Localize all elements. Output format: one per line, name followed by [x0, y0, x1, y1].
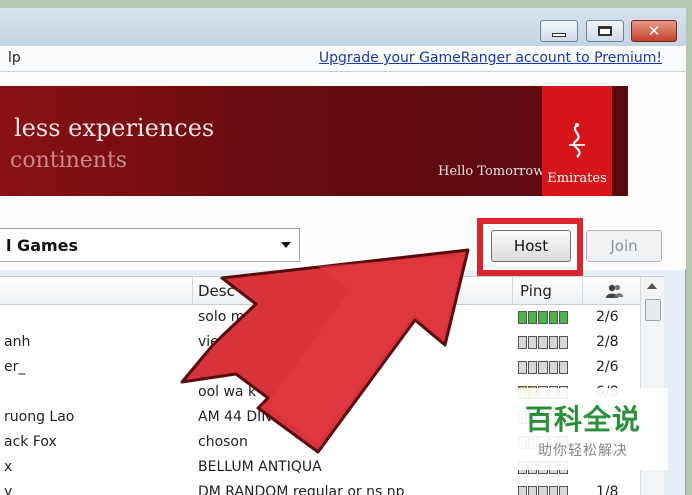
column-header-description[interactable]: Desc — [198, 282, 235, 300]
ping-bar — [558, 336, 569, 349]
banner-headline: less experiences — [14, 114, 215, 142]
ping-meter — [518, 336, 569, 349]
table-row[interactable]: er_ 1 2/6 — [0, 355, 640, 380]
room-description: choson — [198, 434, 248, 450]
emirates-wordmark: Emirates — [547, 171, 607, 186]
room-description: 1 — [198, 359, 207, 375]
ping-bar — [528, 336, 538, 349]
room-host-name: ruong Lao — [4, 409, 75, 425]
ping-bar — [528, 486, 538, 495]
chevron-down-icon — [281, 242, 291, 248]
column-separator — [512, 277, 513, 305]
table-header: Desc Ping — [0, 277, 640, 305]
ping-bar — [558, 361, 569, 374]
table-row[interactable]: anh viet nam 2/8 — [0, 330, 640, 355]
ping-bar — [548, 336, 558, 349]
minimize-icon — [552, 33, 566, 37]
games-filter-dropdown[interactable]: l Games — [0, 228, 300, 262]
players-icon[interactable] — [604, 283, 624, 303]
ping-meter — [518, 486, 569, 495]
column-header-ping[interactable]: Ping — [520, 282, 552, 300]
ping-bar — [558, 311, 569, 324]
room-players: 2/6 — [596, 359, 619, 375]
menu-help[interactable]: lp — [8, 50, 21, 66]
room-players: 2/8 — [596, 334, 619, 350]
scroll-up-icon[interactable] — [647, 283, 657, 289]
maximize-icon — [598, 26, 612, 36]
watermark: 百科全说 助你轻松解决 — [498, 388, 668, 470]
column-separator — [192, 277, 193, 305]
room-description: DM RANDOM regular or ns np — [198, 484, 405, 495]
ping-bar — [538, 336, 548, 349]
room-host-name: anh — [4, 334, 31, 350]
ping-bar — [538, 311, 548, 324]
close-icon: ✕ — [647, 22, 661, 40]
close-button[interactable]: ✕ — [631, 20, 677, 42]
maximize-button[interactable] — [586, 20, 624, 42]
watermark-title: 百科全说 — [524, 403, 641, 436]
table-row[interactable]: solo moi pl 2/6 — [0, 305, 640, 330]
ping-bar — [548, 486, 558, 495]
upgrade-premium-link[interactable]: Upgrade your GameRanger account to Premi… — [319, 50, 662, 66]
ping-bar — [548, 311, 558, 324]
ping-meter — [518, 311, 569, 324]
ping-bar — [538, 486, 548, 495]
minimize-button[interactable] — [540, 20, 578, 42]
ping-bar — [528, 361, 538, 374]
banner-tagline: Hello Tomorrow — [438, 164, 545, 179]
ping-bar — [528, 311, 538, 324]
menu-bar: lp Upgrade your GameRanger account to Pr… — [0, 46, 686, 72]
room-players: 1/8 — [596, 484, 619, 495]
ping-meter — [518, 361, 569, 374]
ad-banner[interactable]: less experiences continents Hello Tomorr… — [0, 86, 628, 196]
table-row[interactable]: y DM RANDOM regular or ns np 1/8 — [0, 480, 640, 495]
ping-bar — [518, 311, 528, 324]
join-button[interactable]: Join — [586, 230, 662, 262]
room-description: solo moi pl — [198, 309, 275, 325]
room-description: viet nam — [198, 334, 260, 350]
room-description: ool wa k — [198, 384, 257, 400]
ping-bar — [538, 361, 548, 374]
room-description: AM 44 DINH C — [198, 409, 297, 425]
emirates-calligraphy-icon — [562, 121, 592, 167]
column-separator — [582, 277, 583, 305]
ping-bar — [518, 486, 528, 495]
scroll-thumb[interactable] — [645, 299, 661, 321]
room-host-name: ack Fox — [4, 434, 57, 450]
games-toolbar: l Games — [0, 210, 686, 276]
ad-banner-area: less experiences continents Hello Tomorr… — [0, 72, 686, 210]
games-filter-value: l Games — [6, 235, 79, 255]
ping-bar — [518, 361, 528, 374]
room-players: 2/6 — [596, 309, 619, 325]
ping-bar — [558, 486, 569, 495]
room-host-name: y — [4, 484, 13, 495]
ping-bar — [518, 336, 528, 349]
ping-bar — [548, 361, 558, 374]
room-description: BELLUM ANTIQUA — [198, 459, 322, 475]
room-host-name: er_ — [4, 359, 26, 375]
watermark-subtitle: 助你轻松解决 — [538, 443, 628, 459]
host-button[interactable]: Host — [491, 230, 571, 262]
emirates-logo: Emirates — [542, 86, 612, 196]
room-host-name: x — [4, 459, 13, 475]
banner-subheadline: continents — [10, 148, 128, 173]
title-bar: ✕ — [0, 8, 686, 46]
